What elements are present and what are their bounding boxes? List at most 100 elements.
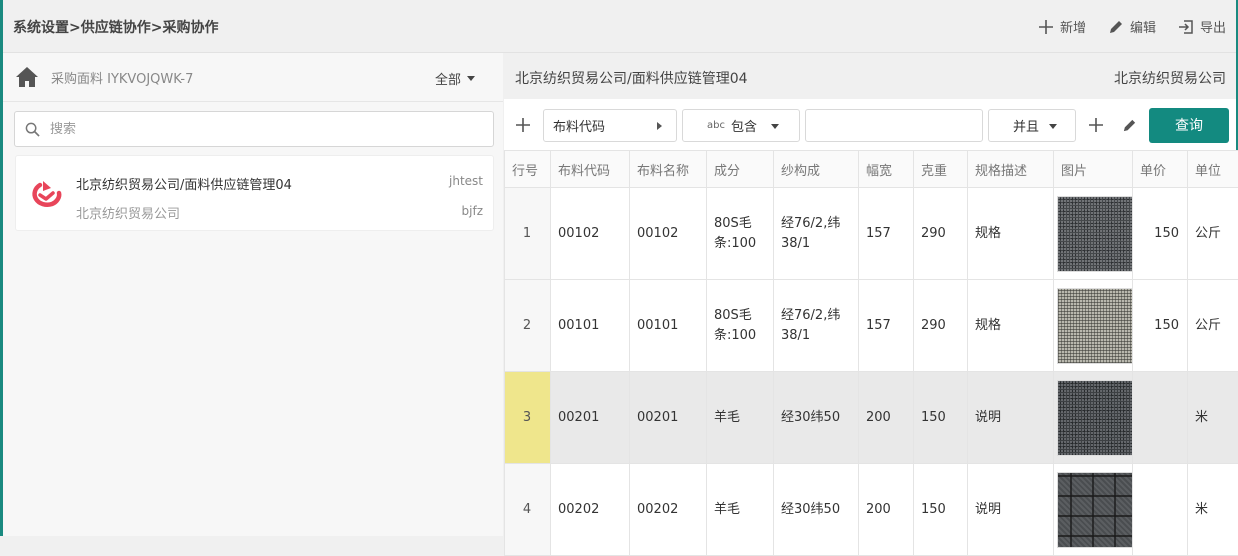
- plus-icon: [1038, 19, 1054, 35]
- right-panel-title: 北京纺织贸易公司/面料供应链管理04: [515, 68, 748, 88]
- column-header[interactable]: 规格描述: [968, 151, 1054, 188]
- column-header[interactable]: 图片: [1054, 151, 1133, 188]
- filter-operator-value: 包含: [731, 116, 757, 135]
- export-button[interactable]: 导出: [1178, 17, 1226, 36]
- cell-width[interactable]: 157: [859, 188, 914, 280]
- column-header[interactable]: 克重: [914, 151, 968, 188]
- table-header-row: 行号 布料代码 布料名称 成分 纱构成 幅宽 克重 规格描述 图片 单价 单位: [505, 151, 1238, 188]
- cell-yarn[interactable]: 经76/2,纬38/1: [774, 280, 859, 372]
- cell-unit[interactable]: 公斤: [1188, 188, 1238, 280]
- cell-composition[interactable]: 80S毛条:100: [707, 188, 774, 280]
- search-box[interactable]: [14, 111, 494, 147]
- cell-spec[interactable]: 规格: [968, 280, 1054, 372]
- table-row[interactable]: 4 00202 00202 羊毛 经30纬50 200 150 说明 米: [505, 464, 1238, 556]
- cell-spec[interactable]: 说明: [968, 464, 1054, 556]
- caret-down-icon: [467, 76, 475, 81]
- company-logo: [30, 178, 64, 212]
- column-header[interactable]: 单位: [1188, 151, 1238, 188]
- fabric-image[interactable]: [1057, 196, 1133, 272]
- cell-spec[interactable]: 规格: [968, 188, 1054, 280]
- add-condition-icon[interactable]: [515, 117, 531, 133]
- cell-price[interactable]: 150: [1133, 280, 1188, 372]
- add-filter-icon[interactable]: [1088, 117, 1104, 133]
- filter-value-input[interactable]: [805, 109, 983, 142]
- add-button[interactable]: 新增: [1038, 17, 1086, 36]
- column-header[interactable]: 单价: [1133, 151, 1188, 188]
- cell-name[interactable]: 00101: [630, 280, 707, 372]
- filter-bar: 布料代码 abc 包含 并且 查询: [504, 101, 1236, 149]
- table-row-selected[interactable]: 3 00201 00201 羊毛 经30纬50 200 150 说明 米: [505, 372, 1238, 464]
- cell-yarn[interactable]: 经30纬50: [774, 464, 859, 556]
- home-icon[interactable]: [15, 66, 39, 88]
- cell-image[interactable]: [1054, 372, 1133, 464]
- scope-dropdown-value: 全部: [435, 69, 461, 88]
- cell-composition[interactable]: 羊毛: [707, 464, 774, 556]
- pencil-icon[interactable]: [1122, 118, 1137, 133]
- fabric-table: 行号 布料代码 布料名称 成分 纱构成 幅宽 克重 规格描述 图片 单价 单位 …: [504, 150, 1238, 556]
- cell-price[interactable]: [1133, 464, 1188, 556]
- column-header[interactable]: 布料代码: [551, 151, 630, 188]
- filter-operator-select[interactable]: abc 包含: [682, 109, 800, 142]
- supplier-name: 北京纺织贸易公司/面料供应链管理04: [76, 174, 292, 193]
- caret-down-icon: [771, 124, 779, 129]
- search-input[interactable]: [48, 121, 472, 138]
- row-number: 3: [505, 372, 551, 464]
- fabric-image[interactable]: [1057, 380, 1133, 456]
- supplier-list-item[interactable]: 北京纺织贸易公司/面料供应链管理04 北京纺织贸易公司 jhtest bjfz: [15, 155, 494, 231]
- cell-name[interactable]: 00201: [630, 372, 707, 464]
- column-header[interactable]: 行号: [505, 151, 551, 188]
- cell-composition[interactable]: 羊毛: [707, 372, 774, 464]
- cell-width[interactable]: 200: [859, 464, 914, 556]
- table-row[interactable]: 2 00101 00101 80S毛条:100 经76/2,纬38/1 157 …: [505, 280, 1238, 372]
- cell-unit[interactable]: 米: [1188, 464, 1238, 556]
- column-header[interactable]: 幅宽: [859, 151, 914, 188]
- cell-weight[interactable]: 290: [914, 280, 968, 372]
- cell-code[interactable]: 00201: [551, 372, 630, 464]
- chevron-right-icon: [657, 122, 662, 130]
- cell-width[interactable]: 200: [859, 372, 914, 464]
- cell-unit[interactable]: 米: [1188, 372, 1238, 464]
- cell-width[interactable]: 157: [859, 280, 914, 372]
- cell-image[interactable]: [1054, 464, 1133, 556]
- edit-label: 编辑: [1130, 17, 1156, 36]
- breadcrumb: 系统设置>供应链协作>采购协作: [13, 17, 218, 37]
- table-row[interactable]: 1 00102 00102 80S毛条:100 经76/2,纬38/1 157 …: [505, 188, 1238, 280]
- cell-weight[interactable]: 290: [914, 188, 968, 280]
- row-number: 4: [505, 464, 551, 556]
- top-bar: 系统设置>供应链协作>采购协作 新增 编辑 导出: [3, 0, 1236, 53]
- column-header[interactable]: 布料名称: [630, 151, 707, 188]
- cell-name[interactable]: 00102: [630, 188, 707, 280]
- supplier-tag-account: jhtest: [449, 174, 483, 188]
- filter-field-select[interactable]: 布料代码: [543, 109, 677, 142]
- cell-code[interactable]: 00102: [551, 188, 630, 280]
- left-panel: 采购面料 IYKVOJQWK-7 全部 北京纺织贸易公司/面料供应链管理04 北…: [3, 53, 503, 536]
- filter-logic-select[interactable]: 并且: [988, 109, 1076, 142]
- cell-weight[interactable]: 150: [914, 372, 968, 464]
- cell-yarn[interactable]: 经30纬50: [774, 372, 859, 464]
- cell-code[interactable]: 00202: [551, 464, 630, 556]
- cell-weight[interactable]: 150: [914, 464, 968, 556]
- cell-code[interactable]: 00101: [551, 280, 630, 372]
- cell-price[interactable]: 150: [1133, 188, 1188, 280]
- cell-unit[interactable]: 公斤: [1188, 280, 1238, 372]
- caret-down-icon: [1049, 124, 1057, 129]
- cell-price[interactable]: [1133, 372, 1188, 464]
- cell-composition[interactable]: 80S毛条:100: [707, 280, 774, 372]
- query-button[interactable]: 查询: [1149, 108, 1229, 143]
- cell-yarn[interactable]: 经76/2,纬38/1: [774, 188, 859, 280]
- pencil-icon: [1108, 19, 1124, 35]
- cell-spec[interactable]: 说明: [968, 372, 1054, 464]
- fabric-image[interactable]: [1057, 472, 1133, 548]
- scope-dropdown[interactable]: 全部: [435, 69, 475, 88]
- toolbar-actions: 新增 编辑 导出: [1038, 17, 1226, 36]
- cell-image[interactable]: [1054, 280, 1133, 372]
- edit-button[interactable]: 编辑: [1108, 17, 1156, 36]
- row-number: 2: [505, 280, 551, 372]
- cell-name[interactable]: 00202: [630, 464, 707, 556]
- filter-logic-value: 并且: [1013, 116, 1039, 135]
- column-header[interactable]: 成分: [707, 151, 774, 188]
- fabric-image[interactable]: [1057, 288, 1133, 364]
- cell-image[interactable]: [1054, 188, 1133, 280]
- row-number: 1: [505, 188, 551, 280]
- column-header[interactable]: 纱构成: [774, 151, 859, 188]
